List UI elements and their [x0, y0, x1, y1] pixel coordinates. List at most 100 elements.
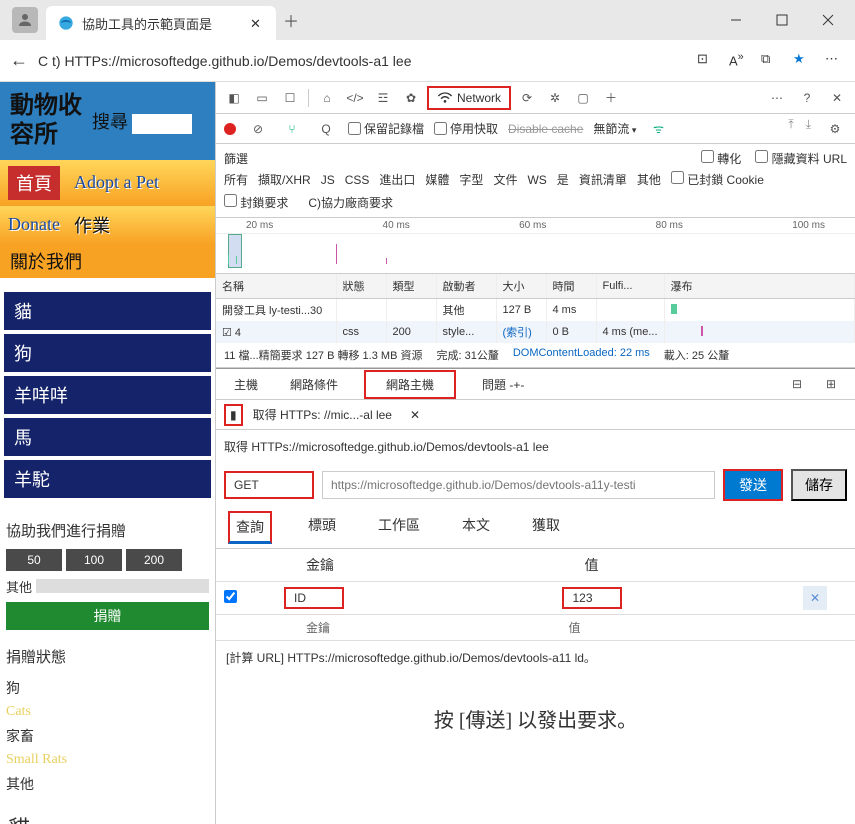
delete-param-button[interactable]: ✕: [803, 586, 827, 610]
more-icon[interactable]: ⋯: [825, 51, 845, 71]
filter-type[interactable]: 是: [557, 171, 569, 188]
network-requests-table[interactable]: 名稱 狀態 類型 啟動者 大小 時間 Fulfi... 瀑布 開發工具 ly-t…: [216, 274, 855, 368]
filter-type[interactable]: 資訊清單: [579, 171, 627, 188]
animal-item[interactable]: 狗: [4, 334, 211, 372]
filter-toggle-icon[interactable]: ⑂: [280, 117, 304, 141]
inspect-icon[interactable]: ◧: [222, 86, 246, 110]
profile-avatar[interactable]: [12, 7, 38, 33]
url-display[interactable]: C t) HTTPs://microsoftedge.github.io/Dem…: [38, 53, 687, 69]
console-icon[interactable]: ☲: [371, 86, 395, 110]
save-button[interactable]: 儲存: [791, 469, 847, 501]
browser-tab[interactable]: 協助工具的示範頁面是 ✕: [46, 6, 276, 40]
device-icon[interactable]: ▭: [250, 86, 274, 110]
tab-workspace[interactable]: 工作區: [372, 511, 426, 544]
filter-type[interactable]: 文件: [493, 171, 517, 188]
amount-button[interactable]: 50: [6, 549, 62, 571]
preserve-log-checkbox[interactable]: 保留記錄檔: [348, 120, 424, 137]
tab-headers[interactable]: 標頭: [302, 511, 342, 544]
param-row[interactable]: ID 123 ✕: [216, 582, 855, 615]
back-button[interactable]: ←: [10, 50, 28, 71]
search-icon[interactable]: Q: [314, 117, 338, 141]
request-indicator-icon[interactable]: ▮: [224, 404, 243, 426]
url-input[interactable]: [322, 471, 715, 499]
elements-icon[interactable]: </>: [343, 86, 367, 110]
nav-about[interactable]: 關於我們: [0, 244, 215, 278]
animal-item[interactable]: 馬: [4, 418, 211, 456]
help-icon[interactable]: ?: [795, 86, 819, 110]
other-amount-input[interactable]: [36, 579, 209, 593]
filter-type[interactable]: JS: [321, 173, 335, 187]
minimize-button[interactable]: [713, 4, 759, 36]
close-tab-icon[interactable]: ✕: [250, 16, 264, 30]
request-tab-title[interactable]: 取得 HTTPs: //mic...-al lee: [253, 406, 392, 423]
http-method-select[interactable]: GET: [224, 471, 314, 499]
animal-item[interactable]: 羊咩咩: [4, 376, 211, 414]
record-button[interactable]: [224, 123, 236, 135]
welcome-icon[interactable]: ⌂: [315, 86, 339, 110]
tab-body[interactable]: 本文: [456, 511, 496, 544]
drawer-expand-icon[interactable]: ⊟: [785, 372, 809, 396]
download-icon[interactable]: ⤓: [806, 117, 811, 141]
gear-icon[interactable]: ⚙: [823, 117, 847, 141]
close-window-button[interactable]: [805, 4, 851, 36]
application-icon[interactable]: ▢: [571, 86, 595, 110]
close-request-tab[interactable]: ✕: [410, 408, 420, 422]
search-input[interactable]: [132, 114, 192, 134]
network-tab[interactable]: Network: [427, 86, 511, 110]
table-row[interactable]: 開發工具 ly-testi...30其他127 B4 ms: [216, 299, 855, 322]
param-value-input[interactable]: 123: [562, 587, 622, 609]
filter-label[interactable]: 篩選: [224, 150, 248, 167]
filter-type[interactable]: 其他: [637, 171, 661, 188]
performance-icon[interactable]: ⟳: [515, 86, 539, 110]
panel-icon[interactable]: ☐: [278, 86, 302, 110]
convert-checkbox[interactable]: 轉化: [701, 150, 741, 167]
send-button[interactable]: 發送: [723, 469, 783, 501]
drawer-tab-issues[interactable]: 問題 -+-: [476, 372, 530, 397]
drawer-tab-host[interactable]: 主機: [228, 372, 264, 397]
param-row-empty[interactable]: 金鑰 值: [216, 615, 855, 641]
param-enabled-checkbox[interactable]: [224, 590, 237, 603]
tab-fetch[interactable]: 獲取: [526, 511, 566, 544]
drawer-tab-cond[interactable]: 網路條件: [284, 372, 344, 397]
table-row[interactable]: ☑ 4css200style...(索引)0 B4 ms (me...: [216, 321, 855, 343]
collections-icon[interactable]: ⧉: [761, 51, 781, 71]
animal-item[interactable]: 羊駝: [4, 460, 211, 498]
more-tabs-icon[interactable]: ＋: [599, 86, 623, 110]
param-key-input[interactable]: ID: [284, 587, 344, 609]
settings-icon[interactable]: ⋯: [765, 86, 789, 110]
online-icon[interactable]: ᯤ: [646, 117, 670, 141]
filter-type[interactable]: 字型: [459, 171, 483, 188]
app-icon[interactable]: ⊡: [697, 51, 717, 71]
nav-home[interactable]: 首頁: [8, 166, 60, 200]
amount-button[interactable]: 100: [66, 549, 122, 571]
filter-type[interactable]: 擷取/XHR: [258, 171, 311, 188]
filter-type[interactable]: 媒體: [425, 171, 449, 188]
amount-button[interactable]: 200: [126, 549, 182, 571]
locked-cookie-checkbox[interactable]: 已封鎖 Cookie: [671, 171, 764, 188]
clear-icon[interactable]: ⊘: [246, 117, 270, 141]
favorite-star-icon[interactable]: ★: [793, 51, 813, 71]
nav-donate[interactable]: Donate: [8, 214, 60, 235]
reader-icon[interactable]: A»: [729, 51, 749, 71]
filter-type[interactable]: 進出口: [379, 171, 415, 188]
nav-jobs[interactable]: 作業: [74, 212, 110, 238]
nav-adopt[interactable]: Adopt a Pet: [74, 172, 159, 193]
donate-button[interactable]: 捐贈: [6, 602, 209, 630]
animal-item[interactable]: 貓: [4, 292, 211, 330]
tab-query[interactable]: 查詢: [228, 511, 272, 544]
hide-url-checkbox[interactable]: 隱藏資料 URL: [755, 150, 847, 167]
sources-icon[interactable]: ✿: [399, 86, 423, 110]
network-timeline[interactable]: 20 ms 40 ms 60 ms 80 ms 100 ms: [216, 218, 855, 274]
drawer-tab-nethost[interactable]: 網路主機: [364, 370, 456, 399]
filter-type[interactable]: WS: [527, 173, 546, 187]
disable-cache-checkbox[interactable]: 停用快取: [434, 120, 498, 137]
filter-type[interactable]: CSS: [345, 173, 370, 187]
filter-type[interactable]: 所有: [224, 171, 248, 188]
throttle-select[interactable]: 無節流: [593, 120, 636, 137]
drawer-dock-icon[interactable]: ⊞: [819, 372, 843, 396]
upload-icon[interactable]: ⤒: [788, 117, 793, 141]
close-devtools-icon[interactable]: ✕: [825, 86, 849, 110]
new-tab-button[interactable]: ＋: [276, 8, 306, 32]
maximize-button[interactable]: [759, 4, 805, 36]
blocked-req-checkbox[interactable]: 封鎖要求: [224, 194, 288, 211]
